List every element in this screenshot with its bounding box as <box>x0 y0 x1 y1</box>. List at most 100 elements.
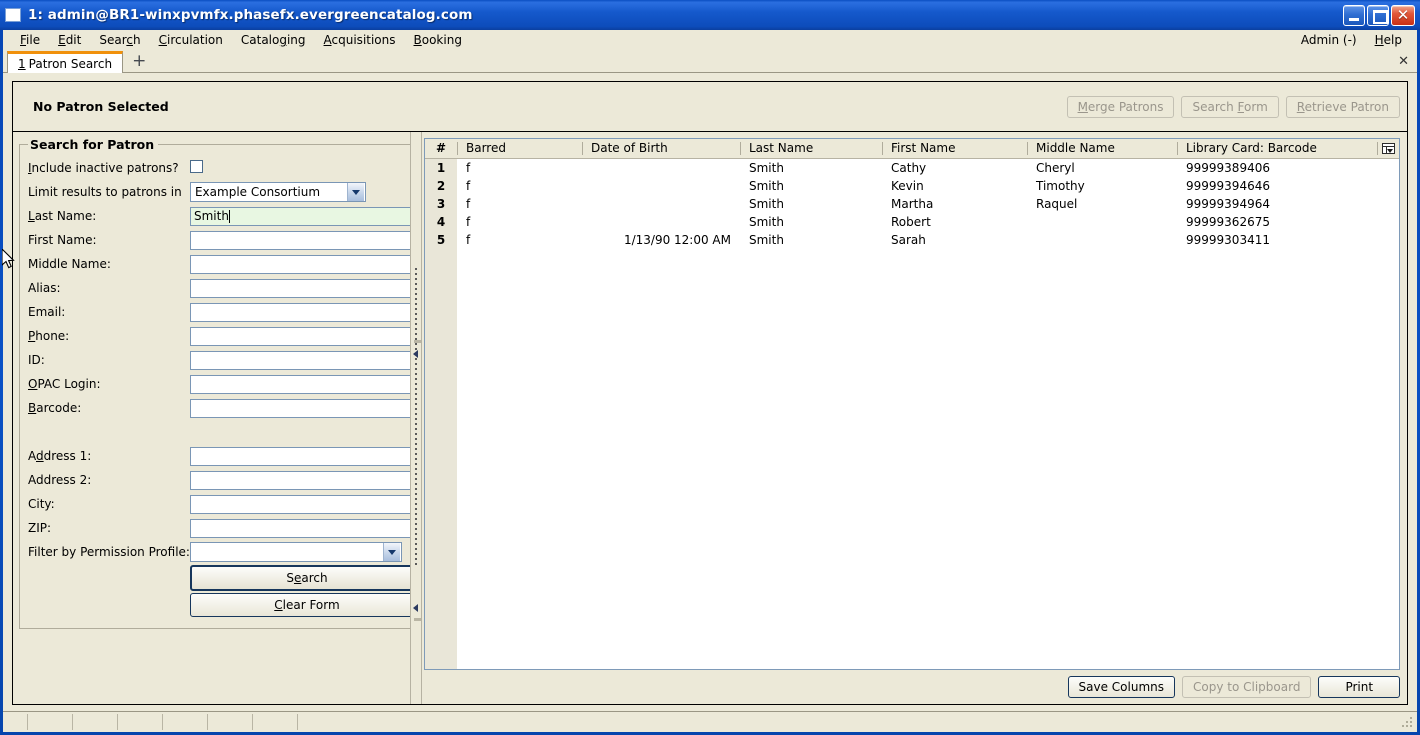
patron-summary-bar: No Patron Selected Merge Patrons Search … <box>12 81 1408 131</box>
splitter-nub-bottom <box>414 618 421 621</box>
menu-circulation[interactable]: Circulation <box>150 31 232 49</box>
menu-file[interactable]: File <box>11 31 49 49</box>
address1-input[interactable] <box>189 446 410 466</box>
close-tab-icon[interactable]: ✕ <box>1398 54 1409 69</box>
include-inactive-label: Include inactive patrons? <box>28 161 179 175</box>
first-name-input[interactable] <box>189 230 410 250</box>
email-input[interactable] <box>189 302 410 322</box>
column-header-dob[interactable]: Date of Birth <box>582 139 740 159</box>
form-row-include-inactive: Include inactive patrons? <box>28 156 410 180</box>
cell-middle-name <box>1027 230 1177 249</box>
splitter-arrow-bottom-icon[interactable] <box>413 604 418 612</box>
form-row-last-name: Last Name: Smith <box>28 204 410 228</box>
status-segment <box>5 714 28 730</box>
menu-admin[interactable]: Admin (-) <box>1292 31 1366 49</box>
window-title: 1: admin@BR1-winxpvmfx.phasefx.evergreen… <box>28 7 473 23</box>
address2-label: Address 2: <box>28 473 92 487</box>
column-header-last-name[interactable]: Last Name <box>740 139 882 159</box>
search-button[interactable]: Search <box>189 565 410 591</box>
cell-middle-name: Raquel <box>1027 194 1177 213</box>
table-row: 3 f Smith Martha Raquel 99999394964 <box>425 194 1400 213</box>
middle-name-label: Middle Name: <box>28 257 111 271</box>
cell-dob <box>582 194 740 213</box>
include-inactive-checkbox[interactable] <box>189 160 203 173</box>
last-name-input[interactable]: Smith <box>189 206 410 226</box>
menu-search[interactable]: Search <box>90 31 149 49</box>
status-segment <box>73 714 118 730</box>
splitter-grip[interactable] <box>415 268 417 568</box>
cell-barred: f <box>457 176 582 195</box>
cell-barcode: 99999362675 <box>1177 212 1378 231</box>
copy-to-clipboard-button[interactable]: Copy to Clipboard <box>1182 676 1312 698</box>
cell-middle-name: Cheryl <box>1027 158 1177 177</box>
column-header-number[interactable]: # <box>425 139 457 159</box>
cell-last-name: Smith <box>740 194 882 213</box>
content-area: No Patron Selected Merge Patrons Search … <box>3 73 1417 711</box>
cell-barcode: 99999389406 <box>1177 158 1378 177</box>
zip-input[interactable] <box>189 518 410 538</box>
resize-grip-icon[interactable] <box>1401 716 1415 730</box>
alias-input[interactable] <box>189 278 410 298</box>
pane-splitter[interactable] <box>410 132 422 704</box>
new-tab-icon[interactable]: + <box>132 53 146 72</box>
column-header-barred[interactable]: Barred <box>457 139 582 159</box>
org-unit-select[interactable]: Example Consortium <box>189 182 366 202</box>
menu-file-label: ile <box>26 33 41 47</box>
splitter-arrow-top-icon[interactable] <box>413 350 418 358</box>
search-form-table: Include inactive patrons? Limit results … <box>28 156 410 618</box>
chevron-down-icon <box>346 183 364 201</box>
results-footer: Save Columns Copy to Clipboard Print <box>424 670 1401 698</box>
client-area: File Edit Search Circulation Cataloging … <box>3 30 1417 732</box>
retrieve-patron-button[interactable]: Retrieve Patron <box>1285 95 1400 118</box>
cell-dob <box>582 176 740 195</box>
permission-profile-select[interactable] <box>189 542 402 562</box>
grid-gutter <box>425 248 457 669</box>
opac-login-input[interactable] <box>189 374 410 394</box>
last-name-value: Smith <box>193 209 229 223</box>
results-table: # Barred Date of Birth Last Name First N… <box>425 139 1400 249</box>
results-pane: # Barred Date of Birth Last Name First N… <box>422 132 1407 704</box>
city-label: City: <box>28 497 55 511</box>
column-picker-icon <box>1381 142 1395 154</box>
cell-last-name: Smith <box>740 176 882 195</box>
city-input[interactable] <box>189 494 410 514</box>
column-header-first-name[interactable]: First Name <box>882 139 1027 159</box>
menu-cataloging[interactable]: Cataloging <box>232 31 315 49</box>
maximize-button[interactable] <box>1367 4 1389 26</box>
merge-patrons-button[interactable]: Merge Patrons <box>1066 95 1175 118</box>
status-segment <box>118 714 163 730</box>
phone-input[interactable] <box>189 326 410 346</box>
cell-first-name: Sarah <box>882 230 1027 249</box>
address2-input[interactable] <box>189 470 410 490</box>
status-segment <box>208 714 253 730</box>
clear-form-button[interactable]: Clear Form <box>189 593 410 617</box>
menu-acquisitions[interactable]: Acquisitions <box>315 31 405 49</box>
cell-first-name: Robert <box>882 212 1027 231</box>
print-button[interactable]: Print <box>1318 676 1401 698</box>
cell-row-number: 4 <box>425 212 457 231</box>
menu-booking[interactable]: Booking <box>405 31 471 49</box>
cell-barred: f <box>457 194 582 213</box>
column-header-library-card[interactable]: Library Card: Barcode <box>1177 139 1378 159</box>
results-grid: # Barred Date of Birth Last Name First N… <box>424 138 1401 670</box>
status-segment <box>298 714 1401 730</box>
tab-number: 1 <box>18 56 26 71</box>
cell-dob <box>582 158 740 177</box>
minimize-button[interactable] <box>1343 4 1365 26</box>
search-form-button[interactable]: Search Form <box>1181 95 1279 118</box>
id-input[interactable] <box>189 350 410 370</box>
close-button[interactable]: ✕ <box>1391 4 1415 26</box>
middle-name-input[interactable] <box>189 254 410 274</box>
save-columns-button[interactable]: Save Columns <box>1067 676 1176 698</box>
column-header-middle-name[interactable]: Middle Name <box>1027 139 1177 159</box>
status-bar <box>3 711 1417 732</box>
application-window: 1: admin@BR1-winxpvmfx.phasefx.evergreen… <box>0 0 1420 735</box>
barcode-input[interactable] <box>189 398 410 418</box>
menu-edit[interactable]: Edit <box>49 31 90 49</box>
column-picker-button[interactable] <box>1377 139 1400 159</box>
table-row: 4 f Smith Robert 99999362675 <box>425 212 1400 231</box>
menu-help[interactable]: Help <box>1366 31 1411 49</box>
cell-first-name: Kevin <box>882 176 1027 195</box>
table-row: 2 f Smith Kevin Timothy 99999394646 <box>425 176 1400 195</box>
tab-patron-search[interactable]: 1 Patron Search <box>7 51 124 73</box>
